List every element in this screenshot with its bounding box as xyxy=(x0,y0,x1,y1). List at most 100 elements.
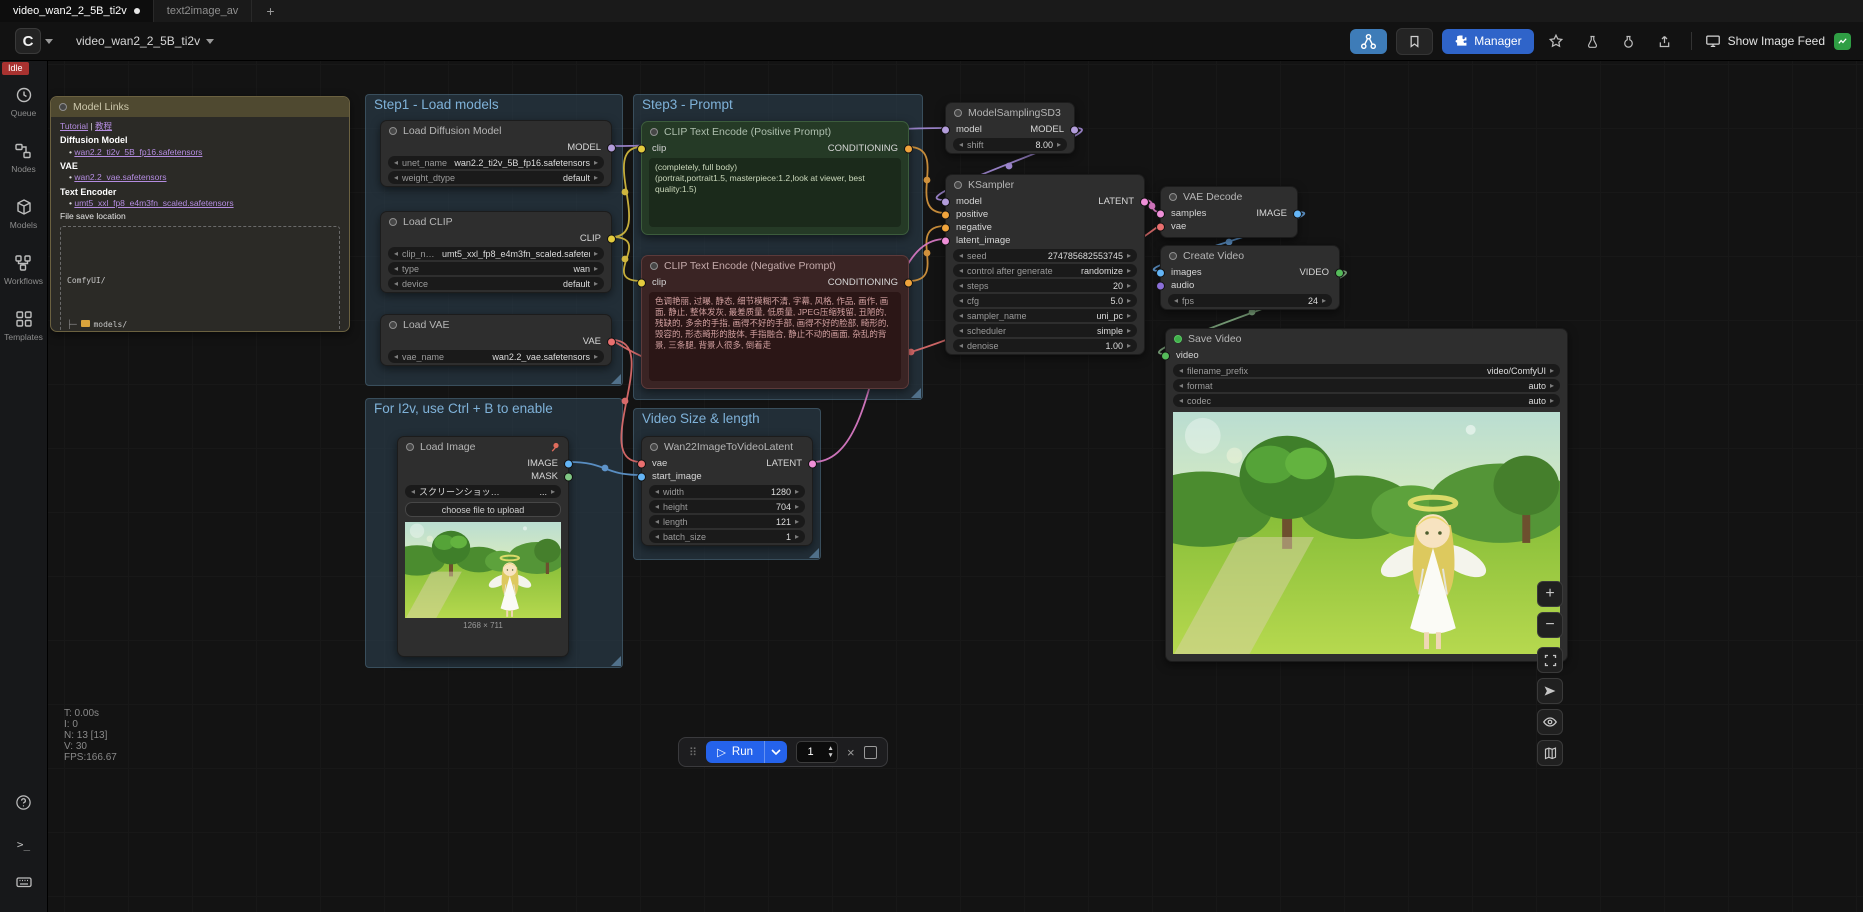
collapse-dot[interactable] xyxy=(1174,335,1182,343)
model-download-link[interactable]: wan2.2_ti2v_5B_fp16.safetensors xyxy=(74,147,202,157)
bottom-panel-button[interactable] xyxy=(15,873,33,896)
model-download-link[interactable]: wan2.2_vae.safetensors xyxy=(74,172,166,182)
widget-row[interactable]: ◂ codec auto ▸ xyxy=(1173,394,1560,407)
input-port-model[interactable] xyxy=(941,197,950,206)
output-port-model[interactable] xyxy=(607,143,616,152)
widget-decrement-icon[interactable]: ◂ xyxy=(959,252,963,260)
node-titlebar[interactable]: ModelSamplingSD3 xyxy=(946,103,1074,123)
node-clip-text-encode-positive[interactable]: CLIP Text Encode (Positive Prompt) clip … xyxy=(641,121,909,235)
collapse-dot[interactable] xyxy=(1169,193,1177,201)
widget-increment-icon[interactable]: ▸ xyxy=(594,250,598,258)
widget-decrement-icon[interactable]: ◂ xyxy=(959,267,963,275)
output-port-conditioning[interactable] xyxy=(904,144,913,153)
beta-flask-button[interactable] xyxy=(1579,29,1606,54)
node-save-video[interactable]: Save Video video ◂ filename_prefix video… xyxy=(1165,328,1568,662)
widget-decrement-icon[interactable]: ◂ xyxy=(394,265,398,273)
widget-increment-icon[interactable]: ▸ xyxy=(594,353,598,361)
widget-row[interactable]: ◂ denoise 1.00 ▸ xyxy=(953,339,1137,352)
widget-increment-icon[interactable]: ▸ xyxy=(1127,297,1131,305)
tab-text2image-av[interactable]: text2image_av xyxy=(154,0,253,22)
widget-row[interactable]: ◂ format auto ▸ xyxy=(1173,379,1560,392)
manager-button[interactable]: Manager xyxy=(1442,29,1533,54)
widget-increment-icon[interactable]: ▸ xyxy=(594,174,598,182)
zoom-out-button[interactable]: − xyxy=(1537,612,1563,638)
widget-decrement-icon[interactable]: ◂ xyxy=(959,282,963,290)
node-load-vae[interactable]: Load VAE VAE ◂ vae_name wan2.2_vae.safet… xyxy=(380,314,612,366)
drag-handle-icon[interactable]: ⠿ xyxy=(689,746,697,759)
model-download-link[interactable]: umt5_xxl_fp8_e4m3fn_scaled.safetensors xyxy=(74,198,233,208)
collapse-dot[interactable] xyxy=(389,127,397,135)
widget-row[interactable]: ◂ batch_size 1 ▸ xyxy=(649,530,805,543)
widget-increment-icon[interactable]: ▸ xyxy=(1127,342,1131,350)
sidebar-item-templates[interactable]: Templates xyxy=(4,310,43,342)
clear-queue-icon[interactable]: × xyxy=(847,745,855,760)
output-port-clip[interactable] xyxy=(607,234,616,243)
widget-row[interactable]: ◂ height 704 ▸ xyxy=(649,500,805,513)
widget-row[interactable]: ◂ sampler_name uni_pc ▸ xyxy=(953,309,1137,322)
collapse-dot[interactable] xyxy=(406,443,414,451)
node-titlebar[interactable]: Load CLIP xyxy=(381,212,611,232)
group-title[interactable]: Step3 - Prompt xyxy=(634,95,922,114)
positive-prompt-textarea[interactable]: (completely, full body) (portrait,portra… xyxy=(649,158,901,227)
widget-row[interactable]: ◂ fps 24 ▸ xyxy=(1168,294,1332,307)
output-port-latent[interactable] xyxy=(1140,197,1149,206)
widget-decrement-icon[interactable]: ◂ xyxy=(655,503,659,511)
negative-prompt-textarea[interactable]: 色调艳丽, 过曝, 静态, 细节模糊不清, 字幕, 风格, 作品, 画作, 画面… xyxy=(649,292,901,381)
widget-row[interactable]: ◂ steps 20 ▸ xyxy=(953,279,1137,292)
node-titlebar[interactable]: Model Links xyxy=(51,97,349,117)
widget-decrement-icon[interactable]: ◂ xyxy=(394,174,398,182)
node-titlebar[interactable]: Create Video xyxy=(1161,246,1339,266)
output-port-conditioning[interactable] xyxy=(904,278,913,287)
group-title[interactable]: Step1 - Load models xyxy=(366,95,622,114)
choose-file-button[interactable]: choose file to upload xyxy=(405,502,561,517)
widget-increment-icon[interactable]: ▸ xyxy=(1127,312,1131,320)
batch-count-value[interactable]: 1 xyxy=(797,746,824,758)
input-port-negative[interactable] xyxy=(941,223,950,232)
widget-row[interactable]: ◂ type wan ▸ xyxy=(388,262,604,275)
favorites-star-button[interactable] xyxy=(1543,29,1570,54)
group-title[interactable]: For I2v, use Ctrl + B to enable xyxy=(366,399,622,418)
collapse-dot[interactable] xyxy=(650,443,658,451)
collapse-dot[interactable] xyxy=(650,262,658,270)
input-port-clip[interactable] xyxy=(637,278,646,287)
collapse-dot[interactable] xyxy=(954,109,962,117)
node-model-sampling-sd3[interactable]: ModelSamplingSD3 model MODEL ◂ shift 8.0… xyxy=(945,102,1075,154)
collapse-dot[interactable] xyxy=(59,103,67,111)
sidebar-item-nodes[interactable]: Nodes xyxy=(11,142,36,174)
widget-decrement-icon[interactable]: ◂ xyxy=(1179,382,1183,390)
output-port-image[interactable] xyxy=(1293,209,1302,218)
experiment-flask-button[interactable] xyxy=(1615,29,1642,54)
show-image-feed-toggle[interactable]: Show Image Feed xyxy=(1705,33,1825,49)
widget-row[interactable]: ◂ filename_prefix video/ComfyUI ▸ xyxy=(1173,364,1560,377)
widget-increment-icon[interactable]: ▸ xyxy=(1550,382,1554,390)
sidebar-item-models[interactable]: Models xyxy=(10,198,37,230)
comfyui-logo-menu[interactable]: C xyxy=(10,25,58,57)
input-port-audio[interactable] xyxy=(1156,281,1165,290)
group-title[interactable]: Video Size & length xyxy=(634,409,820,428)
widget-increment-icon[interactable]: ▸ xyxy=(1322,297,1326,305)
node-titlebar[interactable]: Load Diffusion Model xyxy=(381,121,611,141)
node-canvas[interactable]: Step1 - Load models For I2v, use Ctrl + … xyxy=(0,0,1863,912)
tutorial-link[interactable]: Tutorial xyxy=(60,121,88,131)
collapse-dot[interactable] xyxy=(389,218,397,226)
run-button[interactable]: ▷ Run xyxy=(706,741,787,763)
image-select-widget[interactable]: ◂ スクリーンショット 2025-09-10 ... ▸ xyxy=(405,485,561,498)
node-vae-decode[interactable]: VAE Decode samples IMAGE vae xyxy=(1160,186,1298,238)
zoom-in-button[interactable]: + xyxy=(1537,581,1563,607)
widget-decrement-icon[interactable]: ◂ xyxy=(959,327,963,335)
widget-row[interactable]: ◂ width 1280 ▸ xyxy=(649,485,805,498)
widget-row[interactable]: ◂ unet_name wan2.2_ti2v_5B_fp16.safetens… xyxy=(388,156,604,169)
graph-view-button[interactable] xyxy=(1350,29,1387,54)
node-titlebar[interactable]: KSampler xyxy=(946,175,1144,195)
widget-row[interactable]: ◂ vae_name wan2.2_vae.safetensors ▸ xyxy=(388,350,604,363)
widget-increment-icon[interactable]: ▸ xyxy=(1127,327,1131,335)
widget-decrement-icon[interactable]: ◂ xyxy=(959,312,963,320)
widget-decrement-icon[interactable]: ◂ xyxy=(394,250,398,258)
node-ksampler[interactable]: KSampler model LATENT positive negative … xyxy=(945,174,1145,355)
collapse-dot[interactable] xyxy=(1169,252,1177,260)
widget-increment-icon[interactable]: ▸ xyxy=(795,533,799,541)
widget-decrement-icon[interactable]: ◂ xyxy=(655,533,659,541)
widget-decrement-icon[interactable]: ◂ xyxy=(1179,397,1183,405)
input-port-model[interactable] xyxy=(941,125,950,134)
widget-row[interactable]: ◂ seed 274785682553745 ▸ xyxy=(953,249,1137,262)
